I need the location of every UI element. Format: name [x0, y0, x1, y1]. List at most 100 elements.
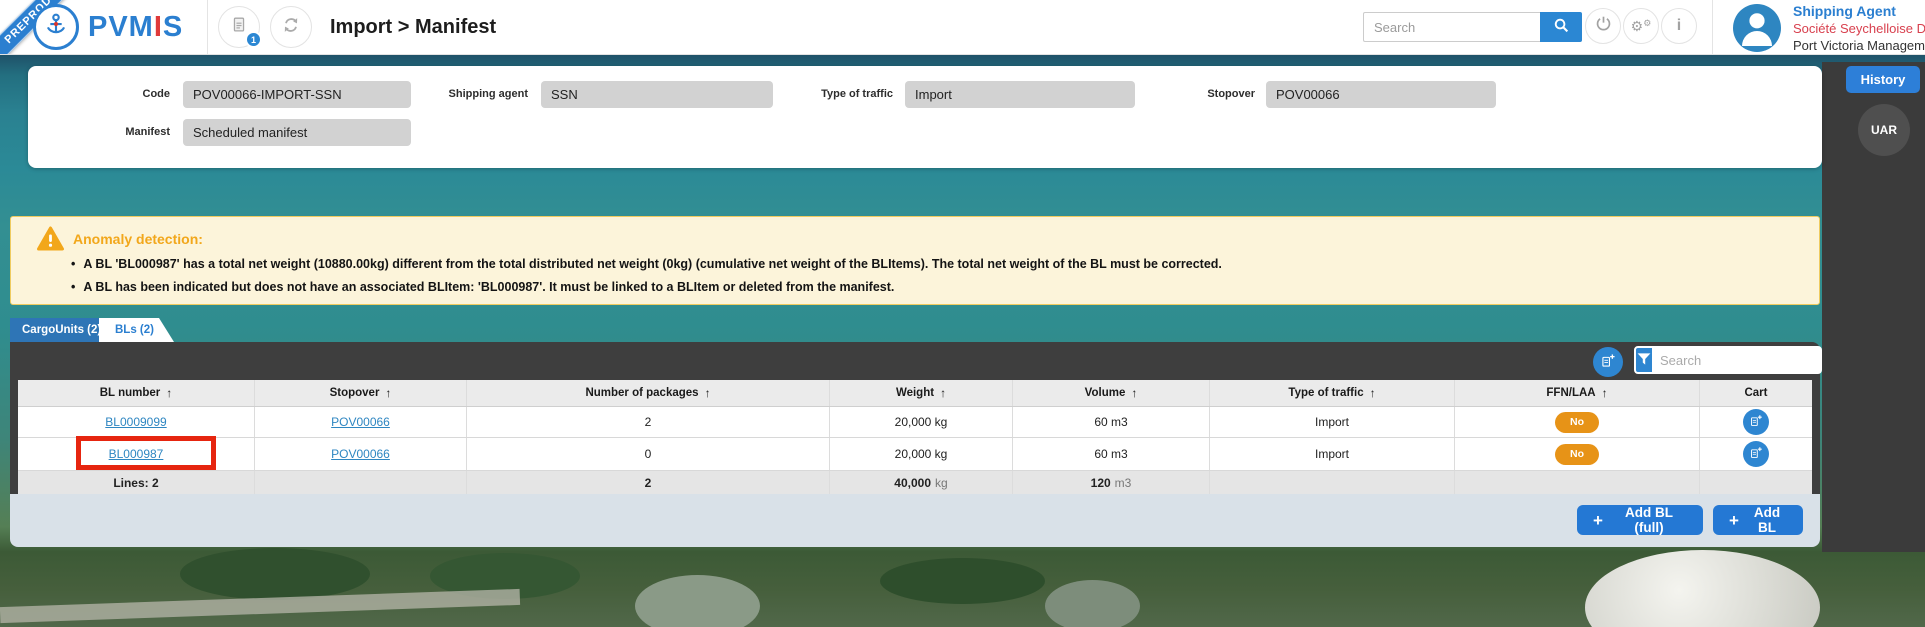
sort-asc-icon[interactable]: ↑: [1602, 386, 1608, 400]
sort-asc-icon[interactable]: ↑: [1131, 386, 1137, 400]
bls-panel: BL number↑ Stopover↑ Number of packages↑…: [10, 342, 1820, 547]
column-header-stopover[interactable]: Stopover↑: [255, 380, 467, 406]
app-window: PREPROD PVMIS: [0, 0, 1925, 627]
manifest-form-card: Code Shipping agent Type of traffic Stop…: [28, 66, 1822, 168]
column-header-traffic[interactable]: Type of traffic↑: [1210, 380, 1455, 406]
stopover-field[interactable]: [1266, 81, 1496, 108]
history-button[interactable]: History: [1846, 66, 1920, 93]
table-search-input[interactable]: [1652, 348, 1822, 372]
refresh-icon: [281, 15, 301, 40]
volume-total: 120m3: [1013, 471, 1210, 495]
actions-bar: + Add BL (full) + Add BL: [10, 494, 1820, 547]
traffic-cell: Import: [1210, 407, 1455, 437]
traffic-cell: Import: [1210, 438, 1455, 470]
column-header-cart: Cart: [1700, 380, 1812, 406]
bl-number-link[interactable]: BL0009099: [105, 415, 166, 429]
user-info[interactable]: Shipping Agent Société Seychelloise De P…: [1793, 3, 1925, 54]
anchor-icon: [43, 12, 69, 43]
global-search-input[interactable]: [1363, 12, 1540, 42]
global-search: [1363, 12, 1582, 42]
settings-button[interactable]: ⚙⚙: [1623, 8, 1659, 44]
notification-badge: 1: [245, 31, 262, 48]
top-header: PREPROD PVMIS: [0, 0, 1925, 55]
plus-icon: +: [1593, 512, 1603, 529]
power-icon: [1595, 15, 1612, 37]
packages-cell: 0: [467, 438, 830, 470]
cart-button[interactable]: [1743, 409, 1769, 435]
shipping-agent-label: Shipping agent: [428, 88, 528, 100]
user-company: Société Seychelloise De: [1793, 21, 1925, 38]
info-icon: i: [1677, 17, 1681, 35]
code-label: Code: [70, 88, 170, 100]
sort-asc-icon[interactable]: ↑: [1370, 386, 1376, 400]
column-header-volume[interactable]: Volume↑: [1013, 380, 1210, 406]
bullet-icon: •: [71, 257, 75, 271]
global-search-button[interactable]: [1540, 12, 1582, 42]
cart-button[interactable]: [1743, 441, 1769, 467]
column-header-packages[interactable]: Number of packages↑: [467, 380, 830, 406]
manifest-label: Manifest: [70, 126, 170, 138]
shipping-agent-field[interactable]: [541, 81, 773, 108]
search-icon: [1553, 17, 1570, 37]
export-button[interactable]: [1593, 347, 1623, 377]
table-footer-row: Lines: 2 2 40,000kg 120m3: [18, 471, 1812, 495]
stopover-link[interactable]: POV00066: [331, 447, 390, 461]
document-add-icon: [1749, 414, 1763, 431]
stopover-label: Stopover: [1155, 88, 1255, 100]
add-bl-button[interactable]: + Add BL: [1713, 505, 1803, 535]
column-header-ffn-laa[interactable]: FFN/LAA↑: [1455, 380, 1700, 406]
ffn-laa-badge[interactable]: No: [1555, 412, 1599, 433]
app-logo-text: PVMIS: [88, 11, 183, 44]
lines-count: Lines: 2: [18, 471, 255, 495]
manifest-field[interactable]: [183, 119, 411, 146]
volume-cell: 60 m3: [1013, 438, 1210, 470]
trees: [180, 548, 370, 600]
document-add-icon: [1600, 353, 1616, 372]
sort-asc-icon[interactable]: ↑: [166, 386, 172, 400]
packages-cell: 2: [467, 407, 830, 437]
refresh-button[interactable]: [270, 6, 312, 48]
page-title: Import > Manifest: [330, 16, 496, 39]
manifest-document-button[interactable]: 1: [218, 6, 260, 48]
anomaly-detection-alert: Anomaly detection: •A BL 'BL000987' has …: [10, 216, 1820, 305]
column-header-bl-number[interactable]: BL number↑: [18, 380, 255, 406]
info-button[interactable]: i: [1661, 8, 1697, 44]
plus-icon: +: [1729, 512, 1739, 529]
type-of-traffic-field[interactable]: [905, 81, 1135, 108]
bullet-icon: •: [71, 280, 75, 294]
packages-total: 2: [467, 471, 830, 495]
logout-button[interactable]: [1585, 8, 1621, 44]
sort-asc-icon[interactable]: ↑: [940, 386, 946, 400]
funnel-icon: [1636, 351, 1652, 370]
stopover-link[interactable]: POV00066: [331, 415, 390, 429]
storage-tank: [1045, 580, 1140, 627]
weight-cell: 20,000 kg: [830, 438, 1013, 470]
table-header-row: BL number↑ Stopover↑ Number of packages↑…: [18, 380, 1812, 407]
trees: [880, 558, 1045, 604]
anomaly-item: •A BL has been indicated but does not ha…: [71, 280, 894, 294]
table-row: BL000987 POV00066 0 20,000 kg 60 m3 Impo…: [18, 438, 1812, 471]
person-icon: [1733, 4, 1781, 52]
sort-asc-icon[interactable]: ↑: [385, 386, 391, 400]
document-add-icon: [1749, 446, 1763, 463]
header-divider: [207, 0, 208, 55]
user-organization: Port Victoria Managemen: [1793, 38, 1925, 55]
ffn-laa-badge[interactable]: No: [1555, 444, 1599, 465]
sort-asc-icon[interactable]: ↑: [705, 386, 711, 400]
bl-number-link[interactable]: BL000987: [109, 447, 164, 461]
header-divider: [1712, 0, 1713, 55]
user-avatar[interactable]: [1733, 4, 1781, 52]
pvmis-logo[interactable]: [33, 4, 79, 50]
gears-icon: ⚙⚙: [1631, 18, 1652, 35]
filter-button[interactable]: [1636, 348, 1652, 372]
weight-cell: 20,000 kg: [830, 407, 1013, 437]
anomaly-item: •A BL 'BL000987' has a total net weight …: [71, 257, 1222, 271]
add-bl-full-button[interactable]: + Add BL (full): [1577, 505, 1703, 535]
bls-table: BL number↑ Stopover↑ Number of packages↑…: [18, 380, 1812, 495]
code-field[interactable]: [183, 81, 411, 108]
column-header-weight[interactable]: Weight↑: [830, 380, 1013, 406]
volume-cell: 60 m3: [1013, 407, 1210, 437]
warning-icon: [37, 226, 64, 256]
user-role: Shipping Agent: [1793, 3, 1925, 21]
user-initials-avatar[interactable]: UAR: [1858, 104, 1910, 156]
